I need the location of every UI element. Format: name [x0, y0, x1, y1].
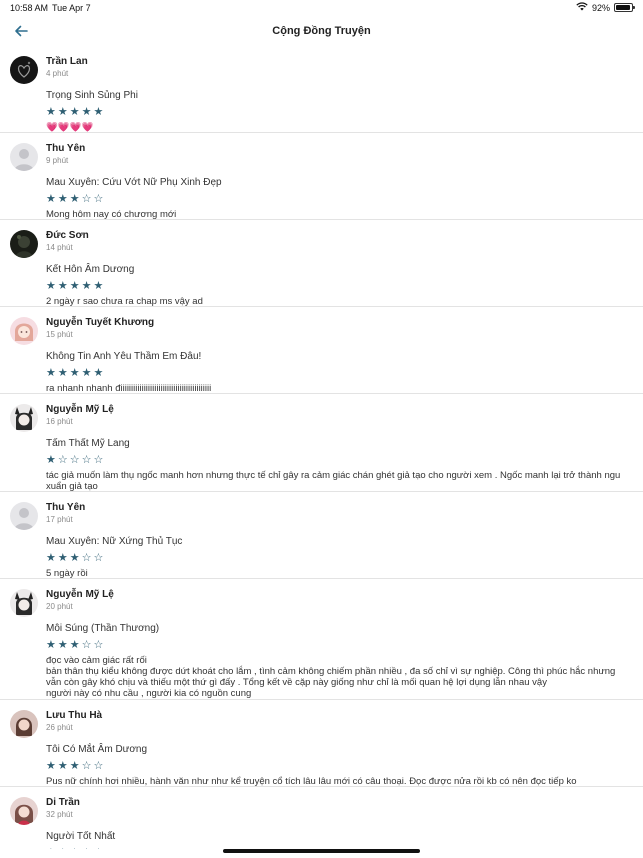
page-title: Cộng Đồng Truyện	[272, 25, 371, 37]
review-item[interactable]: Lưu Thu Hà 26 phút Tôi Có Mắt Âm Dương ★…	[0, 700, 643, 787]
review-comment: 💗💗💗💗	[46, 122, 94, 133]
avatar[interactable]	[10, 404, 38, 432]
review-comment: ra nhanh nhanh điiiiiiiiiiiiiiiiiiiiiiii…	[46, 383, 212, 394]
review-comment: Pus nữ chính hơi nhiều, hành văn như như…	[46, 776, 577, 787]
reviewer-name[interactable]: Nguyễn Tuyết Khương	[46, 317, 629, 328]
review-comment: Mong hôm nay có chương mới	[46, 209, 177, 220]
story-title[interactable]: Không Tin Anh Yêu Thầm Em Đâu!	[46, 351, 629, 363]
star-rating: ★★★☆☆	[46, 639, 106, 651]
star-rating: ★★★★★	[46, 280, 106, 292]
star-rating: ★★★☆☆	[46, 193, 106, 205]
review-item[interactable]: Thu Yên 9 phút Mau Xuyên: Cứu Vớt Nữ Phụ…	[0, 133, 643, 220]
status-date: Tue Apr 7	[52, 3, 91, 13]
review-comment: 2 ngày r sao chưa ra chap ms vậy ad	[46, 296, 203, 307]
home-indicator[interactable]	[223, 849, 420, 853]
review-time: 20 phút	[46, 602, 73, 611]
review-time: 9 phút	[46, 156, 69, 165]
avatar[interactable]	[10, 317, 38, 345]
review-comment: 5 ngày rồi	[46, 568, 88, 579]
review-item[interactable]: Nguyễn Tuyết Khương 15 phút Không Tin An…	[0, 307, 643, 394]
review-item[interactable]: Thu Yên 17 phút Mau Xuyên: Nữ Xứng Thủ T…	[0, 492, 643, 579]
review-item[interactable]: Đức Sơn 14 phút Kết Hôn Âm Dương ★★★★★ 2…	[0, 220, 643, 307]
status-time: 10:58 AM	[10, 3, 49, 13]
reviewer-name[interactable]: Thu Yên	[46, 143, 629, 154]
review-time: 14 phút	[46, 243, 73, 252]
star-rating: ★★★★★	[46, 106, 106, 118]
story-title[interactable]: Trọng Sinh Sủng Phi	[46, 90, 629, 102]
story-title[interactable]: Tôi Có Mắt Âm Dương	[46, 744, 629, 756]
avatar[interactable]	[10, 589, 38, 617]
status-bar: 10:58 AM Tue Apr 7 92%	[0, 0, 643, 16]
star-rating: ★☆☆☆☆	[46, 454, 106, 466]
star-rating: ★★★☆☆	[46, 760, 106, 772]
reviewer-name[interactable]: Thu Yên	[46, 502, 629, 513]
avatar[interactable]	[10, 710, 38, 738]
star-rating: ★★★★★	[46, 367, 106, 379]
wifi-icon	[576, 2, 588, 13]
story-title[interactable]: Mau Xuyên: Cứu Vớt Nữ Phụ Xinh Đẹp	[46, 177, 629, 189]
review-item[interactable]: Trần Lan 4 phút Trọng Sinh Sủng Phi ★★★★…	[0, 46, 643, 133]
avatar[interactable]	[10, 502, 38, 530]
battery-icon	[614, 3, 635, 12]
review-time: 15 phút	[46, 330, 73, 339]
story-title[interactable]: Tấm Thất Mỹ Lang	[46, 438, 629, 450]
story-title[interactable]: Người Tốt Nhất	[46, 831, 629, 843]
battery-percent: 92%	[591, 2, 610, 13]
review-comment: đọc vào cảm giác rất rối bản thân thụ ki…	[46, 655, 616, 699]
review-time: 16 phút	[46, 417, 73, 426]
star-rating: ★★★☆☆	[46, 552, 106, 564]
reviewer-name[interactable]: Đức Sơn	[46, 230, 629, 241]
review-time: 26 phút	[46, 723, 73, 732]
nav-bar: Cộng Đồng Truyện	[0, 16, 643, 46]
avatar[interactable]	[10, 797, 38, 825]
review-list: Trần Lan 4 phút Trọng Sinh Sủng Phi ★★★★…	[0, 46, 643, 849]
review-item[interactable]: Nguyễn Mỹ Lệ 20 phút Môi Súng (Thần Thươ…	[0, 579, 643, 700]
reviewer-name[interactable]: Di Trần	[46, 797, 629, 808]
avatar[interactable]	[10, 143, 38, 171]
story-title[interactable]: Môi Súng (Thần Thương)	[46, 623, 629, 635]
reviewer-name[interactable]: Lưu Thu Hà	[46, 710, 629, 721]
review-comment: tác giả muốn làm thụ ngốc manh hơn nhưng…	[46, 470, 621, 492]
reviewer-name[interactable]: Nguyễn Mỹ Lệ	[46, 589, 629, 600]
review-time: 17 phút	[46, 515, 73, 524]
reviewer-name[interactable]: Nguyễn Mỹ Lệ	[46, 404, 629, 415]
review-item[interactable]: Di Trần 32 phút Người Tốt Nhất ★★★★★	[0, 787, 643, 849]
status-right: 92%	[576, 2, 635, 13]
review-item[interactable]: Nguyễn Mỹ Lệ 16 phút Tấm Thất Mỹ Lang ★☆…	[0, 394, 643, 492]
review-time: 32 phút	[46, 810, 73, 819]
story-title[interactable]: Kết Hôn Âm Dương	[46, 264, 629, 276]
story-title[interactable]: Mau Xuyên: Nữ Xứng Thủ Tục	[46, 536, 629, 548]
avatar[interactable]	[10, 56, 38, 84]
review-time: 4 phút	[46, 69, 69, 78]
avatar[interactable]	[10, 230, 38, 258]
reviewer-name[interactable]: Trần Lan	[46, 56, 629, 67]
